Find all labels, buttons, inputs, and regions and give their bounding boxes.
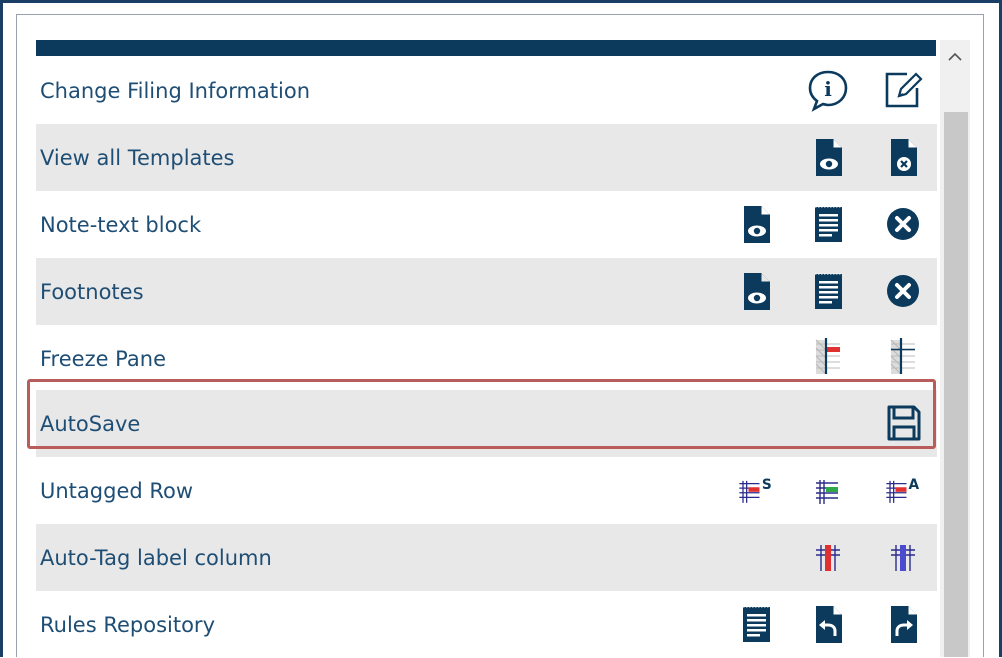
untagged-row-a-icon[interactable]: A (879, 468, 923, 512)
autotag-red-icon[interactable] (806, 535, 850, 579)
svg-text:i: i (824, 77, 832, 101)
view-document-icon[interactable] (806, 135, 850, 179)
row-label: Change Filing Information (40, 78, 311, 103)
svg-text:A: A (909, 477, 920, 493)
redo-document-icon[interactable] (881, 602, 925, 646)
row-footnotes: Footnotes (36, 258, 937, 325)
view-document-icon[interactable] (734, 269, 778, 313)
panel-header-bar (36, 40, 936, 56)
row-note-text-block: Note-text block (36, 191, 937, 258)
text-document-icon[interactable] (806, 269, 850, 313)
freeze-pane-red-icon[interactable] (806, 334, 850, 378)
chevron-up-icon (948, 52, 962, 61)
remove-document-icon[interactable] (881, 135, 925, 179)
svg-text:S: S (762, 477, 772, 493)
untagged-row-green-icon[interactable] (806, 468, 850, 512)
undo-document-icon[interactable] (806, 602, 850, 646)
untagged-row-s-icon[interactable]: S (732, 468, 776, 512)
autotag-blue-icon[interactable] (881, 535, 925, 579)
edit-icon[interactable] (881, 68, 925, 112)
autosave-highlight-box (27, 379, 936, 449)
row-untagged-row: Untagged Row S A (36, 457, 937, 524)
row-change-filing-information: Change Filing Information i (36, 57, 937, 124)
delete-circle-icon[interactable] (881, 202, 925, 246)
row-label: View all Templates (40, 145, 235, 170)
delete-circle-icon[interactable] (881, 269, 925, 313)
scrollbar-thumb[interactable] (944, 112, 968, 657)
freeze-pane-icon[interactable] (881, 334, 925, 378)
scroll-up-button[interactable] (940, 40, 970, 74)
row-label: Auto-Tag label column (40, 545, 272, 570)
row-label: Untagged Row (40, 478, 194, 503)
row-label: Rules Repository (40, 612, 215, 637)
view-document-icon[interactable] (734, 202, 778, 246)
row-view-all-templates: View all Templates (36, 124, 937, 191)
row-auto-tag-label-column: Auto-Tag label column (36, 524, 937, 591)
row-rules-repository: Rules Repository (36, 591, 937, 658)
info-speech-icon[interactable]: i (806, 68, 850, 112)
row-label: Note-text block (40, 212, 202, 237)
text-document-icon[interactable] (734, 602, 778, 646)
text-document-icon[interactable] (806, 202, 850, 246)
row-label: Footnotes (40, 279, 144, 304)
